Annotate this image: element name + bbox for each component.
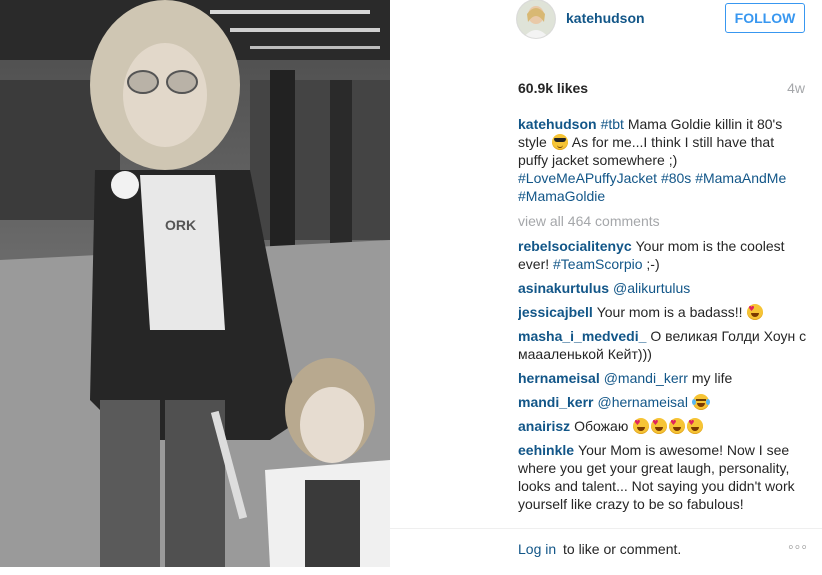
- comment-username[interactable]: jessicajbell: [518, 304, 593, 320]
- comment-item: asinakurtulus @alikurtulus: [518, 279, 808, 297]
- view-all-comments-link[interactable]: view all 464 comments: [518, 212, 808, 230]
- comment-username[interactable]: masha_i_medvedi_: [518, 328, 646, 344]
- comment-username[interactable]: asinakurtulus: [518, 280, 609, 296]
- comment-username[interactable]: rebelsocialitenyc: [518, 238, 632, 254]
- heart-eyes-emoji-icon: [687, 418, 704, 434]
- comment-text: my life: [687, 370, 733, 386]
- follow-button[interactable]: FOLLOW: [725, 3, 805, 33]
- login-prompt-text: to like or comment.: [563, 541, 682, 557]
- svg-text:ORK: ORK: [165, 217, 196, 233]
- caption-hashtag[interactable]: #80s: [661, 170, 691, 186]
- caption-hashtag[interactable]: #LoveMeAPuffyJacket: [518, 170, 657, 186]
- likes-count[interactable]: 60.9k likes: [518, 80, 588, 96]
- comment-mention[interactable]: @mandi_kerr: [604, 370, 688, 386]
- heart-eyes-emoji-icon: [747, 304, 764, 320]
- comment-mention[interactable]: @alikurtulus: [613, 280, 690, 296]
- post-photo[interactable]: ORK: [0, 0, 390, 567]
- avatar[interactable]: [517, 0, 555, 38]
- sunglasses-emoji-icon: [551, 134, 568, 150]
- comment-item: jessicajbell Your mom is a badass!!: [518, 303, 808, 321]
- comment-text: Обожаю: [574, 418, 633, 434]
- post-header: katehudson FOLLOW: [390, 0, 822, 60]
- post-username[interactable]: katehudson: [566, 10, 645, 26]
- post-panel: katehudson FOLLOW 60.9k likes 4w katehud…: [390, 0, 822, 575]
- comment-username[interactable]: eehinkle: [518, 442, 574, 458]
- more-options-icon[interactable]: ◦◦◦: [788, 539, 808, 557]
- comment-username[interactable]: hernameisal: [518, 370, 600, 386]
- heart-eyes-emoji-icon: [633, 418, 650, 434]
- comment-text: ;-): [642, 256, 660, 272]
- comment-hashtag[interactable]: #TeamScorpio: [553, 256, 643, 272]
- comment-username[interactable]: mandi_kerr: [518, 394, 593, 410]
- comment-item: hernameisal @mandi_kerr my life: [518, 369, 808, 387]
- comments-list: katehudson #tbt Mama Goldie killin it 80'…: [518, 115, 808, 513]
- comment-mention[interactable]: @hernameisal: [597, 394, 687, 410]
- comment-item: eehinkle Your Mom is awesome! Now I see w…: [518, 441, 808, 513]
- caption-hashtag[interactable]: #MamaGoldie: [518, 188, 605, 204]
- comment-item: masha_i_medvedi_ О великая Голди Хоун с м…: [518, 327, 808, 363]
- heart-eyes-emoji-icon: [651, 418, 668, 434]
- comment-username[interactable]: anairisz: [518, 418, 570, 434]
- tears-of-joy-emoji-icon: [691, 394, 710, 410]
- caption-hashtag[interactable]: #MamaAndMe: [695, 170, 786, 186]
- caption-hashtag[interactable]: #tbt: [601, 116, 624, 132]
- comment-item: mandi_kerr @hernameisal: [518, 393, 808, 411]
- login-link[interactable]: Log in: [518, 541, 556, 557]
- comment-item: rebelsocialitenyc Your mom is the coolest…: [518, 237, 808, 273]
- caption-username[interactable]: katehudson: [518, 116, 597, 132]
- heart-eyes-emoji-icon: [669, 418, 686, 434]
- comment-text: Your mom is a badass!!: [596, 304, 747, 320]
- post-caption: katehudson #tbt Mama Goldie killin it 80'…: [518, 115, 808, 205]
- comment-item: anairisz Обожаю: [518, 417, 808, 435]
- post-age[interactable]: 4w: [787, 80, 805, 96]
- post-footer: Log in to like or comment. ◦◦◦: [390, 528, 822, 569]
